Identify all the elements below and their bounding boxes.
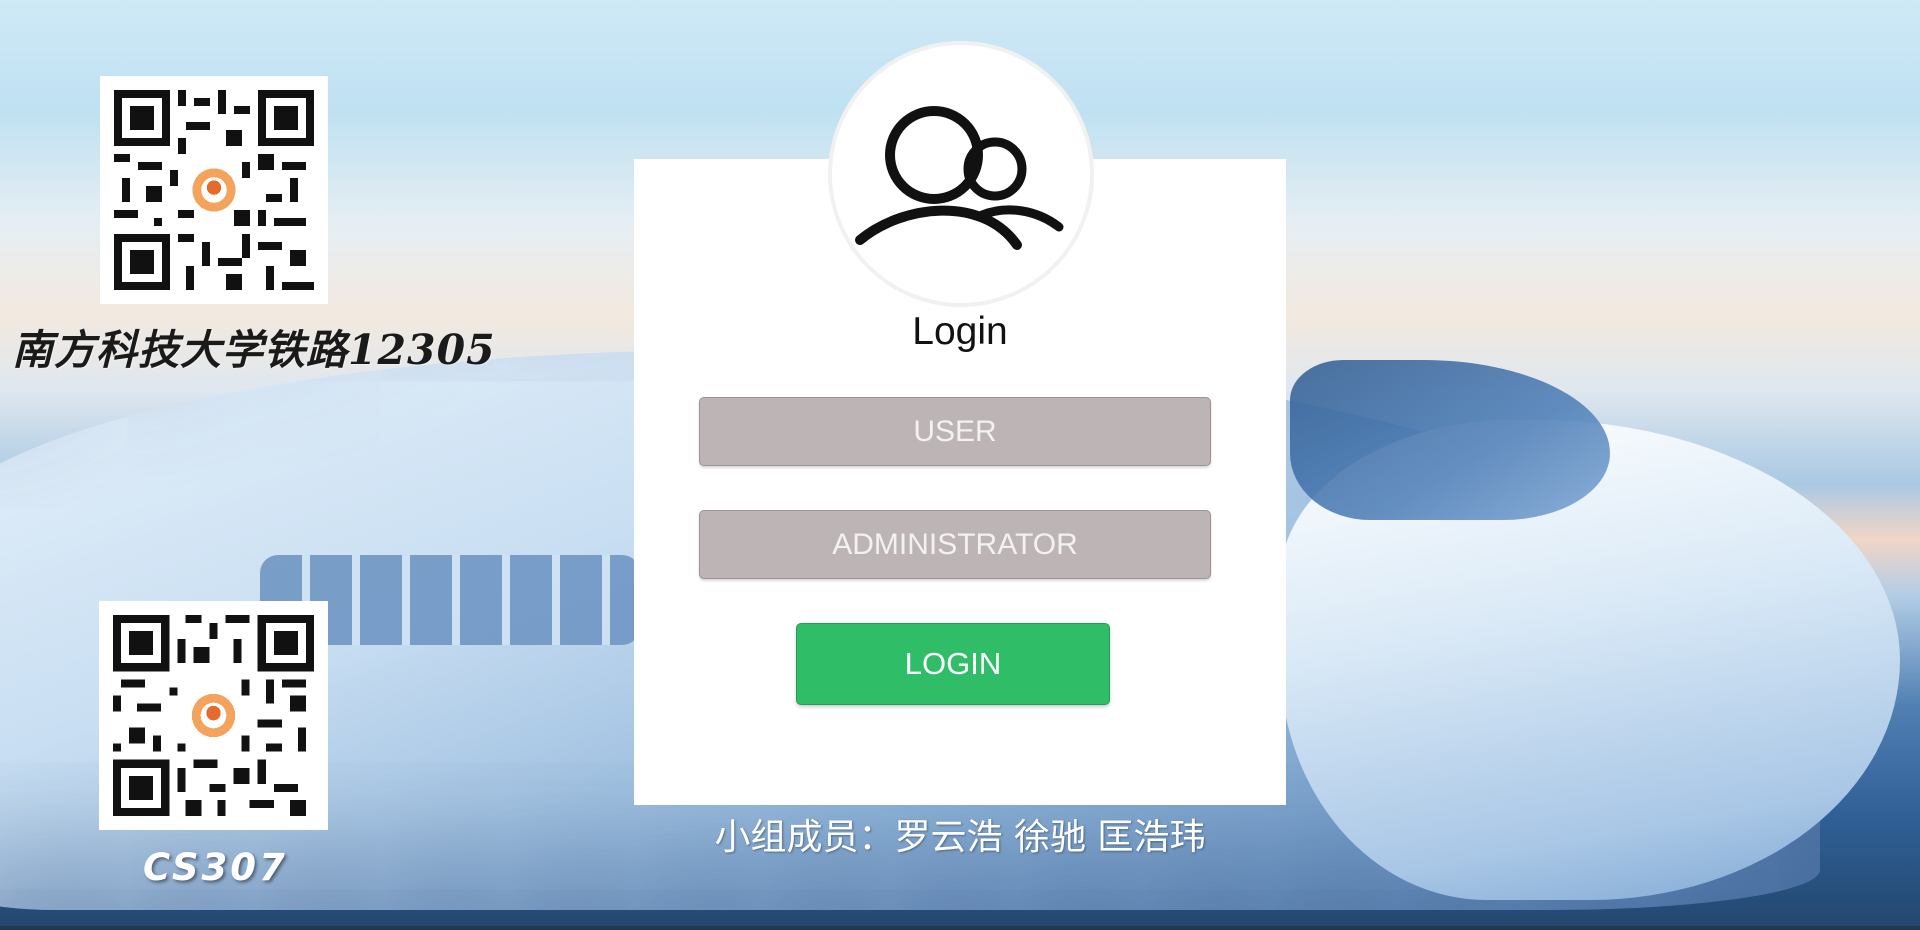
qr-code-icon <box>113 615 314 816</box>
qr-code-icon <box>114 90 314 290</box>
brand-title: 南方科技大学铁路12305 <box>12 326 496 374</box>
qr-code-bottom <box>99 601 328 830</box>
bottom-edge <box>0 926 1920 930</box>
train-windshield <box>1290 360 1610 520</box>
qr-code-top <box>100 76 328 304</box>
team-members: 小组成员：罗云浩 徐驰 匡浩玮 <box>714 817 1206 858</box>
avatar <box>832 45 1090 303</box>
login-title: Login <box>912 310 1008 353</box>
administrator-role-button[interactable]: ADMINISTRATOR <box>699 510 1211 579</box>
user-role-button[interactable]: USER <box>699 397 1211 466</box>
login-button[interactable]: LOGIN <box>796 623 1110 705</box>
course-label: CS307 <box>143 846 288 889</box>
users-icon <box>855 106 1064 250</box>
